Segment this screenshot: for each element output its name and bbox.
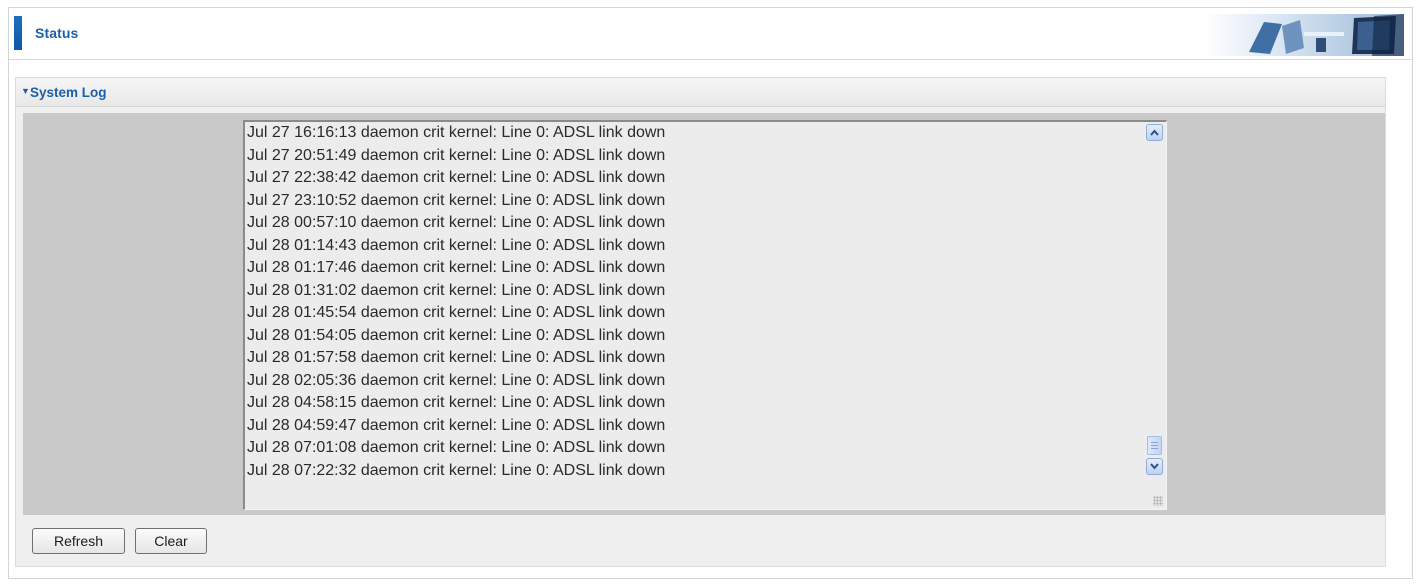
log-line: Jul 28 04:58:15 daemon crit kernel: Line… <box>247 394 666 411</box>
page-header: Status <box>9 8 1412 60</box>
log-line: Jul 28 04:59:47 daemon crit kernel: Line… <box>247 416 666 434</box>
section-title: System Log <box>30 85 107 100</box>
header-accent-bar <box>14 16 22 50</box>
log-line: Jul 27 23:10:52 daemon crit kernel: Line… <box>247 191 666 209</box>
log-line: Jul 28 00:57:10 daemon crit kernel: Line… <box>247 214 666 231</box>
action-buttons: Refresh Clear <box>16 521 1385 566</box>
log-line: Jul 28 01:17:46 daemon crit kernel: Line… <box>247 259 666 276</box>
office-computer-banner-icon <box>1204 14 1404 56</box>
log-line: Jul 27 20:51:49 daemon crit kernel: Line… <box>247 146 666 164</box>
log-line: Jul 28 07:22:32 daemon crit kernel: Line… <box>247 461 666 479</box>
status-page: Status ▼ System Log Jul 27 16:16:13 daem… <box>8 7 1413 579</box>
log-line: Jul 28 01:57:58 daemon crit kernel: Line… <box>247 349 666 366</box>
log-line: Jul 28 07:01:08 daemon crit kernel: Line… <box>247 439 666 456</box>
log-line: Jul 27 22:38:42 daemon crit kernel: Line… <box>247 169 666 186</box>
section-header[interactable]: ▼ System Log <box>16 78 1385 107</box>
scroll-down-button[interactable] <box>1146 458 1163 475</box>
triangle-down-icon[interactable]: ▼ <box>21 86 30 96</box>
chevron-down-icon <box>1150 463 1159 470</box>
system-log-section: ▼ System Log Jul 27 16:16:13 daemon crit… <box>15 77 1386 567</box>
log-lines: Jul 27 16:16:13 daemon crit kernel: Line… <box>247 122 665 482</box>
system-log-textarea[interactable]: Jul 27 16:16:13 daemon crit kernel: Line… <box>243 120 1167 510</box>
log-line: Jul 28 01:54:05 daemon crit kernel: Line… <box>247 326 666 344</box>
log-area: Jul 27 16:16:13 daemon crit kernel: Line… <box>23 113 1385 515</box>
log-line: Jul 27 16:16:13 daemon crit kernel: Line… <box>247 124 666 141</box>
refresh-button[interactable]: Refresh <box>32 528 125 554</box>
log-line: Jul 28 01:14:43 daemon crit kernel: Line… <box>247 236 666 254</box>
log-line: Jul 28 01:31:02 daemon crit kernel: Line… <box>247 281 666 299</box>
page-title: Status <box>35 25 79 41</box>
scrollbar-thumb[interactable] <box>1147 436 1162 455</box>
log-scrollbar[interactable] <box>1146 124 1163 508</box>
chevron-up-icon <box>1150 129 1159 136</box>
scroll-up-button[interactable] <box>1146 124 1163 141</box>
resize-grip-icon[interactable] <box>1153 496 1163 506</box>
log-line: Jul 28 01:45:54 daemon crit kernel: Line… <box>247 304 666 321</box>
log-line: Jul 28 02:05:36 daemon crit kernel: Line… <box>247 371 666 389</box>
clear-button[interactable]: Clear <box>135 528 207 554</box>
